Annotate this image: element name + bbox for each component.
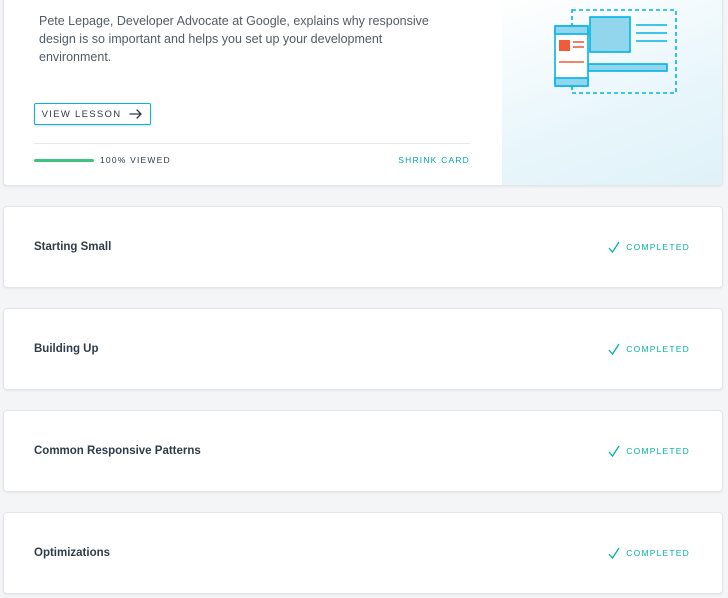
progress-bar-fill — [34, 158, 94, 162]
lesson-description: Pete Lepage, Developer Advocate at Googl… — [39, 14, 429, 64]
lesson-row[interactable]: Starting Small COMPLETED — [3, 206, 723, 288]
lesson-status-label: COMPLETED — [626, 344, 690, 354]
view-lesson-label: VIEW LESSON — [41, 108, 122, 120]
progress-bar — [34, 158, 94, 162]
check-icon — [607, 240, 621, 254]
responsive-devices-illustration — [554, 9, 677, 94]
lesson-status: COMPLETED — [607, 342, 690, 356]
progress-row: 100% VIEWED SHRINK CARD — [34, 154, 470, 166]
view-lesson-button[interactable]: VIEW LESSON — [34, 103, 151, 125]
lesson-row[interactable]: Common Responsive Patterns COMPLETED — [3, 410, 723, 492]
lesson-title: Building Up — [34, 343, 99, 355]
lesson-status-label: COMPLETED — [626, 548, 690, 558]
check-icon — [607, 342, 621, 356]
arrow-right-icon — [129, 109, 143, 119]
lesson-status: COMPLETED — [607, 444, 690, 458]
lesson-title: Common Responsive Patterns — [34, 445, 201, 457]
lesson-title: Optimizations — [34, 547, 111, 559]
check-icon — [607, 546, 621, 560]
lesson-title: Starting Small — [34, 241, 112, 253]
lesson-illustration-panel — [502, 0, 722, 185]
shrink-card-link[interactable]: SHRINK CARD — [398, 155, 470, 165]
card-divider — [34, 143, 470, 144]
lesson-status: COMPLETED — [607, 546, 690, 560]
lesson-row[interactable]: Optimizations COMPLETED — [3, 512, 723, 594]
lesson-card-body: Pete Lepage, Developer Advocate at Googl… — [4, 0, 502, 185]
check-icon — [607, 444, 621, 458]
progress-label: 100% VIEWED — [100, 155, 171, 165]
lesson-status-label: COMPLETED — [626, 242, 690, 252]
lesson-status: COMPLETED — [607, 240, 690, 254]
lesson-card-expanded: Pete Lepage, Developer Advocate at Googl… — [3, 0, 723, 186]
lesson-status-label: COMPLETED — [626, 446, 690, 456]
lesson-row[interactable]: Building Up COMPLETED — [3, 308, 723, 390]
